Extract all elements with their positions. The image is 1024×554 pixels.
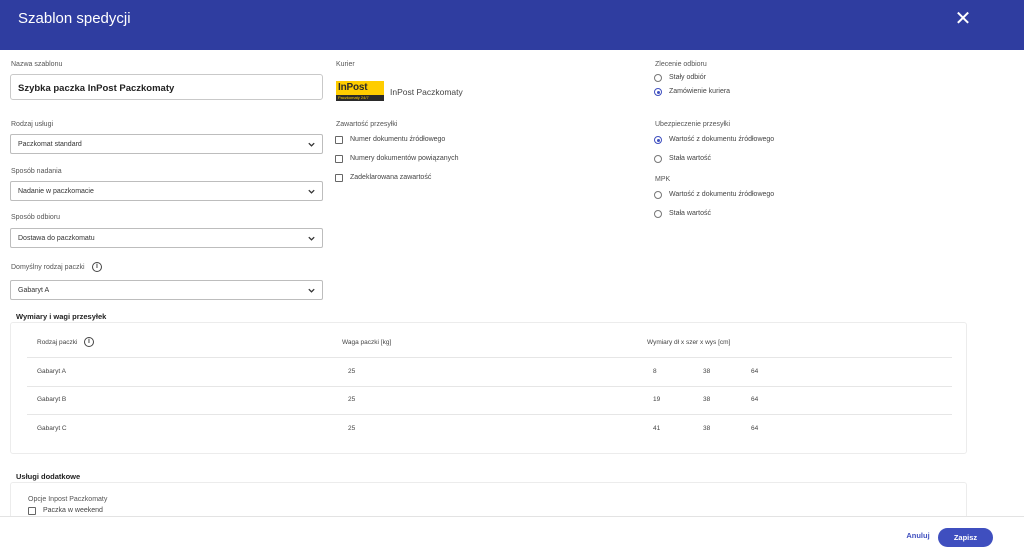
radio-indicator [654, 210, 662, 218]
radio-indicator [654, 88, 662, 96]
template-name-field[interactable]: Szybka paczka InPost Paczkomaty [10, 74, 323, 100]
mpk-label: MPK [655, 176, 671, 183]
radio-indicator [654, 191, 662, 199]
checkbox-box [335, 155, 343, 163]
cell-height[interactable]: 64 [751, 368, 758, 375]
cell-type: Gabaryt C [37, 425, 67, 432]
default-package-label: Domyślny rodzaj paczki [11, 264, 85, 271]
cell-height[interactable]: 64 [751, 425, 758, 432]
cell-width[interactable]: 38 [703, 368, 710, 375]
cell-width[interactable]: 38 [703, 396, 710, 403]
logo-subtext: Paczkomaty 24/7 [336, 95, 384, 101]
checkbox-label: Paczka w weekend [43, 507, 103, 514]
cell-length[interactable]: 19 [653, 396, 660, 403]
radio-label: Wartość z dokumentu źródłowego [669, 136, 775, 143]
radio-indicator [654, 74, 662, 82]
checkbox-related-docs[interactable]: Numery dokumentów powiązanych [335, 154, 535, 166]
dispatch-method-label: Sposób nadania [11, 168, 62, 175]
checkbox-source-doc-number[interactable]: Numer dokumentu źródłowego [335, 135, 535, 147]
cancel-button[interactable]: Anuluj [899, 531, 937, 543]
divider [27, 414, 952, 415]
delivery-method-label: Sposób odbioru [11, 214, 61, 221]
save-button[interactable]: Zapisz [938, 528, 993, 547]
column-header-package-type: Rodzaj paczki [37, 339, 78, 346]
inpost-options-label: Opcje Inpost Paczkomaty [28, 496, 108, 503]
cell-length[interactable]: 41 [653, 425, 660, 432]
checkbox-label: Zadeklarowana zawartość [350, 174, 432, 181]
dialog-title: Szablon spedycji [18, 10, 131, 27]
dimensions-table: Rodzaj paczki i Waga paczki [kg] Wymiary… [10, 322, 967, 454]
chevron-down-icon [308, 189, 315, 194]
cell-weight[interactable]: 25 [348, 396, 355, 403]
dispatch-method-select[interactable]: Nadanie w paczkomacie [10, 181, 323, 201]
close-icon[interactable]: ✕ [953, 9, 973, 29]
radio-mpk-fixed[interactable]: Stała wartość [654, 209, 854, 221]
radio-insurance-source-doc[interactable]: Wartość z dokumentu źródłowego [654, 135, 854, 147]
service-type-select[interactable]: Paczkomat standard [10, 134, 323, 154]
dimensions-section-title: Wymiary i wagi przesyłek [16, 312, 107, 321]
cell-height[interactable]: 64 [751, 396, 758, 403]
delivery-method-value: Dostawa do paczkomatu [18, 235, 95, 242]
column-header-dimensions: Wymiary dł x szer x wys [cm] [647, 339, 731, 346]
checkbox-declared-content[interactable]: Zadeklarowana zawartość [335, 173, 535, 185]
template-name-value: Szybka paczka InPost Paczkomaty [18, 83, 175, 94]
radio-label: Zamówienie kuriera [669, 88, 731, 95]
dialog-header: Szablon spedycji ✕ [0, 0, 1024, 50]
cell-type: Gabaryt A [37, 368, 66, 375]
inpost-logo: InPost Paczkomaty 24/7 [336, 81, 384, 101]
radio-order-courier[interactable]: Zamówienie kuriera [654, 87, 804, 99]
chevron-down-icon [308, 288, 315, 293]
dialog-footer [0, 516, 1024, 554]
cell-width[interactable]: 38 [703, 425, 710, 432]
radio-label: Stały odbiór [669, 74, 706, 81]
cell-length[interactable]: 8 [653, 368, 657, 375]
radio-indicator [654, 136, 662, 144]
column-header-weight: Waga paczki [kg] [342, 339, 392, 346]
dispatch-method-value: Nadanie w paczkomacie [18, 188, 94, 195]
radio-label: Wartość z dokumentu źródłowego [669, 191, 775, 198]
checkbox-box [335, 174, 343, 182]
template-name-label: Nazwa szablonu [11, 61, 63, 68]
cell-type: Gabaryt B [37, 396, 67, 403]
radio-indicator [654, 155, 662, 163]
info-icon[interactable]: i [84, 337, 94, 347]
divider [27, 357, 952, 358]
radio-label: Stała wartość [669, 210, 712, 217]
insurance-label: Ubezpieczenie przesyłki [655, 121, 731, 128]
pickup-order-label: Zlecenie odbioru [655, 61, 707, 68]
chevron-down-icon [308, 142, 315, 147]
checkbox-label: Numer dokumentu źródłowego [350, 136, 446, 143]
courier-label: Kurier [336, 61, 355, 68]
service-type-label: Rodzaj usługi [11, 121, 54, 128]
radio-insurance-fixed[interactable]: Stała wartość [654, 154, 854, 166]
chevron-down-icon [308, 236, 315, 241]
radio-mpk-source-doc[interactable]: Wartość z dokumentu źródłowego [654, 190, 854, 202]
info-icon[interactable]: i [92, 262, 102, 272]
default-package-select[interactable]: Gabaryt A [10, 280, 323, 300]
cell-weight[interactable]: 25 [348, 368, 355, 375]
delivery-method-select[interactable]: Dostawa do paczkomatu [10, 228, 323, 248]
checkbox-label: Numery dokumentów powiązanych [350, 155, 459, 162]
shipment-content-label: Zawartość przesyłki [336, 121, 398, 128]
service-type-value: Paczkomat standard [18, 141, 82, 148]
logo-text: InPost [338, 82, 368, 93]
radio-stay-pickup[interactable]: Stały odbiór [654, 73, 804, 85]
courier-name: InPost Paczkomaty [390, 87, 463, 97]
radio-label: Stała wartość [669, 155, 712, 162]
default-package-value: Gabaryt A [18, 287, 50, 294]
checkbox-box [335, 136, 343, 144]
divider [27, 386, 952, 387]
extra-services-title: Usługi dodatkowe [16, 472, 81, 481]
cell-weight[interactable]: 25 [348, 425, 355, 432]
checkbox-box [28, 507, 36, 515]
